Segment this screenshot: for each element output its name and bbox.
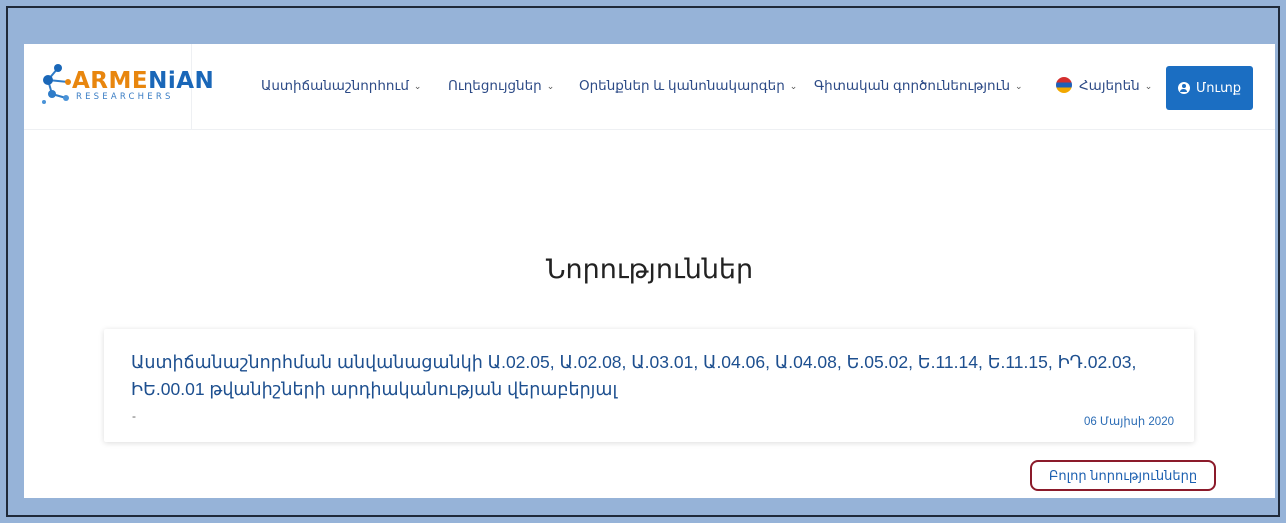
nav-item-scientific-activity[interactable]: Գիտական գործունեություն ⌄ [814,78,1023,94]
logo-tagline: RESEARCHERS [76,92,174,102]
news-title-link[interactable]: Աստիճանաշնորհման անվանացանկի Ա.02.05, Ա.… [131,349,1181,403]
armenian-flag-icon [1056,77,1072,93]
news-card: Աստիճանաշնորհման անվանացանկի Ա.02.05, Ա.… [104,329,1194,442]
site-logo[interactable]: ARMENiAN RESEARCHERS [24,44,214,130]
screenshot-frame: ARMENiAN RESEARCHERS Աստիճանաշնորհում ⌄ Ո… [6,6,1280,517]
nav-item-degree-award[interactable]: Աստիճանաշնորհում ⌄ [261,78,421,94]
nav-item-guides[interactable]: Ուղեցույցներ ⌄ [448,78,554,94]
top-navbar: ARMENiAN RESEARCHERS Աստիճանաշնորհում ⌄ Ո… [24,44,1275,130]
all-news-link[interactable]: Բոլոր նորությունները [1030,460,1216,491]
page: ARMENiAN RESEARCHERS Աստիճանաշնորհում ⌄ Ո… [24,44,1275,498]
chevron-down-icon: ⌄ [413,81,422,91]
chevron-down-icon: ⌄ [1015,81,1023,91]
chevron-down-icon: ⌄ [789,81,798,91]
login-button[interactable]: Մուտք [1166,66,1253,110]
login-label: Մուտք [1195,80,1242,95]
logo-wordmark: ARMENiAN [72,68,215,94]
user-circle-icon [1177,82,1190,94]
news-section-title: Նորություններ [545,254,754,284]
chevron-down-icon: ⌄ [1144,81,1153,91]
language-selector[interactable]: Հայերեն ⌄ [1079,78,1152,94]
nav-item-laws[interactable]: Օրենքներ և կանոնակարգեր ⌄ [579,78,797,94]
news-date: 06 Մայիսի 2020 [1083,416,1174,428]
news-excerpt: - [132,409,136,423]
chevron-down-icon: ⌄ [546,81,555,91]
